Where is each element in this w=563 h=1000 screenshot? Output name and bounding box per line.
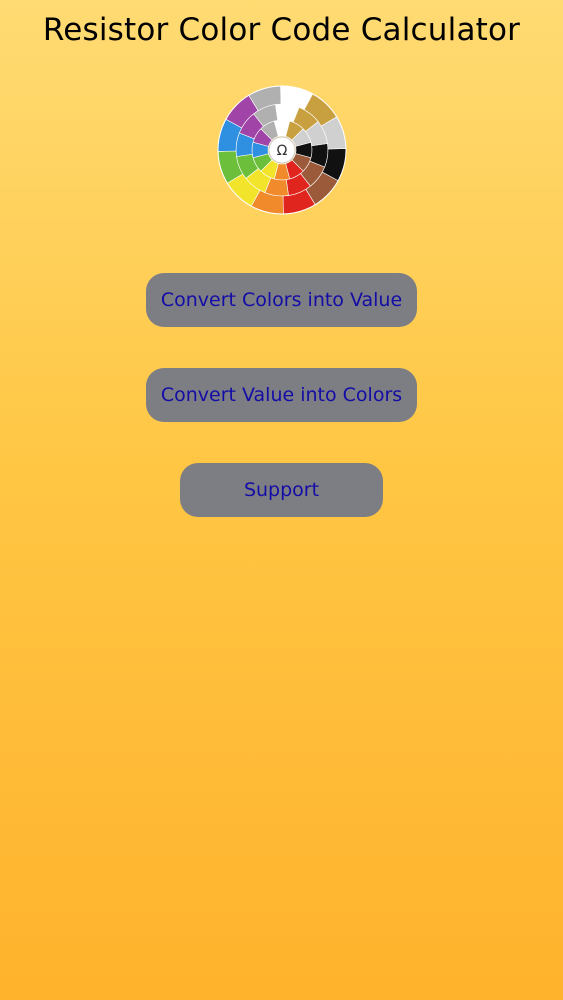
- ohm-symbol: Ω: [277, 143, 288, 159]
- app-title: Resistor Color Code Calculator: [42, 12, 521, 48]
- support-button[interactable]: Support: [180, 463, 383, 517]
- convert-colors-into-value-button[interactable]: Convert Colors into Value: [146, 273, 417, 327]
- convert-value-into-colors-button[interactable]: Convert Value into Colors: [146, 368, 417, 422]
- resistor-color-wheel-icon: Ω: [216, 84, 348, 216]
- color-wheel-graphic: Ω: [217, 85, 347, 215]
